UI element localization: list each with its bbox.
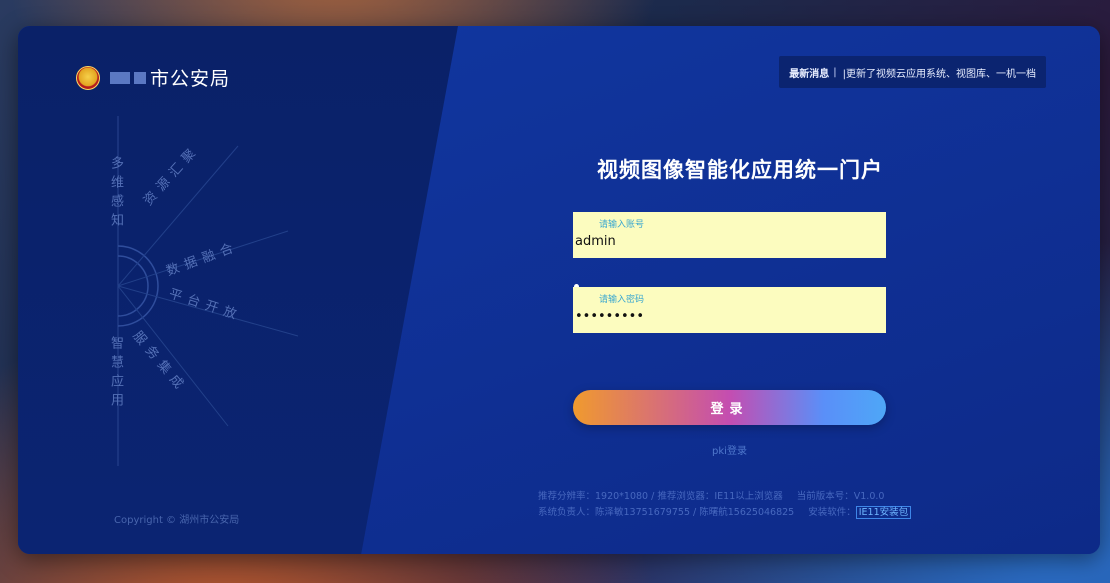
radial-decoration (117, 116, 299, 466)
police-badge-icon (76, 65, 100, 90)
software-label: 安装软件： (808, 507, 856, 518)
page-title: 视频图像智能化应用统一门户 (597, 158, 883, 182)
copyright: Copyright © 湖州市公安局 (114, 515, 240, 526)
version-info: 当前版本号：V1.0.0 (796, 491, 885, 502)
news-label: 最新消息 (789, 68, 830, 80)
deco-word-6: 智慧应用 (108, 336, 123, 412)
org-name-text: 市公安局 (150, 68, 231, 90)
header-logo: 市公安局 (76, 64, 230, 91)
username-placeholder: 请输入账号 (599, 220, 645, 230)
login-button[interactable]: 登录 (573, 390, 886, 425)
resolution-info: 推荐分辨率：1920*1080 / 推荐浏览器：IE11以上浏览器 (538, 491, 783, 502)
username-field[interactable]: 请输入账号 admin (573, 212, 886, 258)
redacted-block (134, 71, 146, 84)
news-text[interactable]: |更新了视频云应用系统、视图库、一机一档 (843, 65, 1036, 80)
footer-info: 推荐分辨率：1920*1080 / 推荐浏览器：IE11以上浏览器 当前版本号：V… (538, 489, 912, 521)
login-card: 多维感知 资源汇聚 数据融合 平台开放 服务集成 智慧应用 市公安局 最新消息 … (18, 26, 1100, 554)
pki-login-link[interactable]: pki登录 (573, 442, 886, 457)
redacted-block (110, 71, 130, 84)
contact-info: 系统负责人：陈泽敏13751679755 / 陈曙航15625046825 (538, 507, 795, 518)
news-ticker[interactable]: 最新消息 | |更新了视频云应用系统、视图库、一机一档 (779, 56, 1046, 88)
deco-word-1: 多维感知 (108, 156, 123, 232)
username-value[interactable]: admin (575, 234, 616, 249)
password-field[interactable]: 请输入密码 ••••••••• (573, 287, 886, 333)
ie11-download-link[interactable]: IE11安装包 (855, 506, 912, 519)
org-name: 市公安局 (110, 64, 230, 91)
password-placeholder: 请输入密码 (599, 295, 645, 305)
news-separator: | (833, 66, 837, 78)
password-value[interactable]: ••••••••• (575, 309, 644, 324)
